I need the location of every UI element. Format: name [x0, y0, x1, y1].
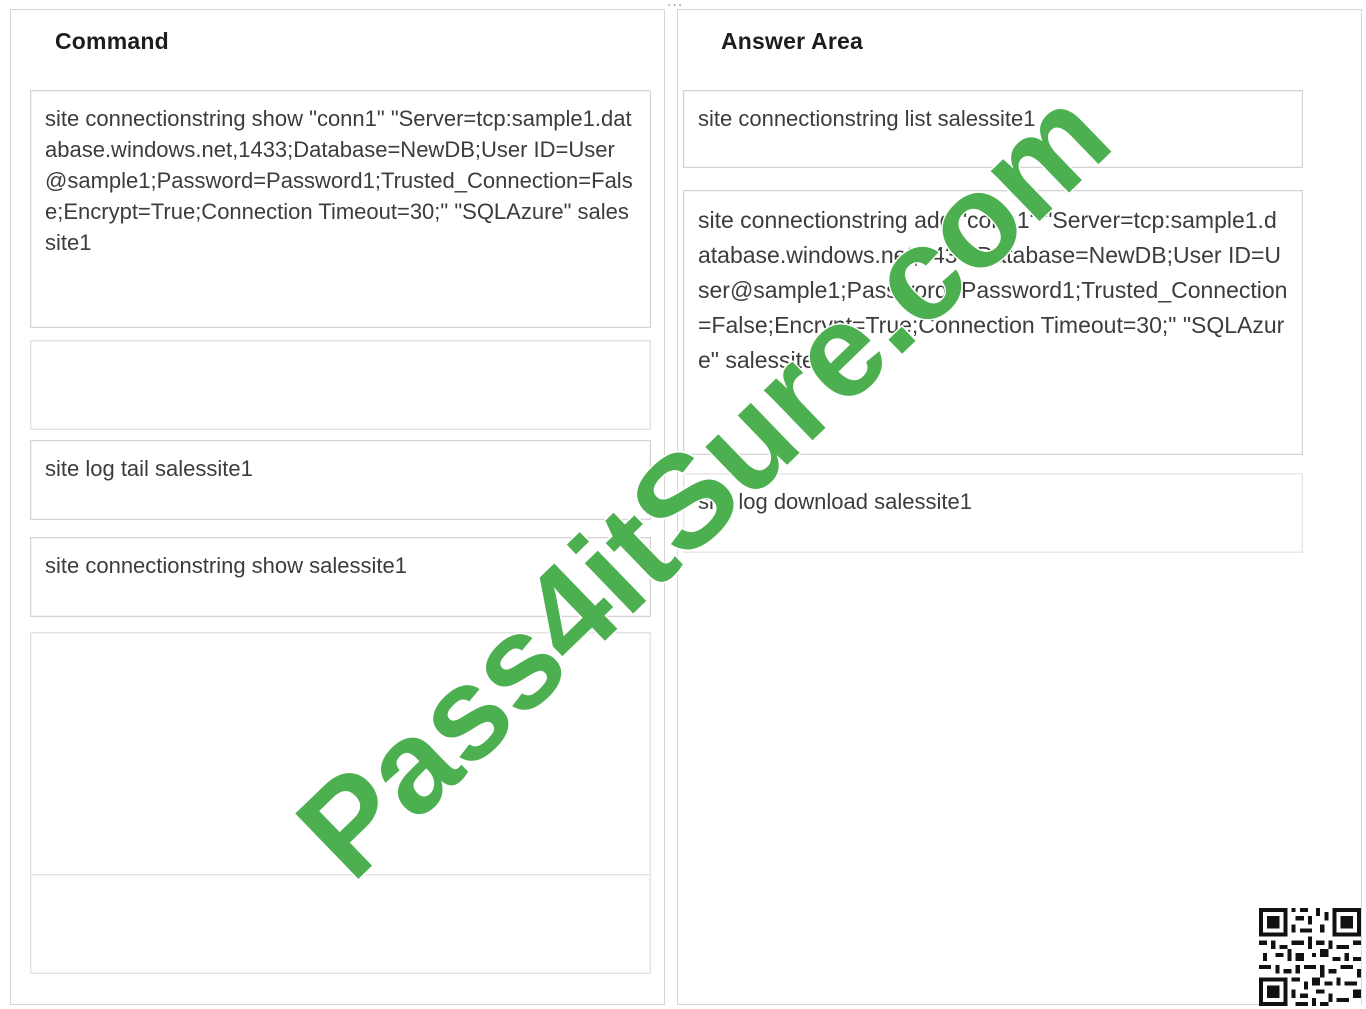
answer-item-1[interactable]: site connectionstring list salessite1	[683, 90, 1303, 168]
answer-item-2[interactable]: site connectionstring add "conn1" "Serve…	[683, 190, 1303, 455]
command-item-1[interactable]: site connectionstring show "conn1" "Serv…	[30, 90, 651, 328]
drag-drop-exercise: ... Command site connectionstring show "…	[0, 0, 1366, 1009]
command-item-3[interactable]: site connectionstring show salessite1	[30, 537, 651, 617]
answer-item-3[interactable]: site log download salessite1	[683, 473, 1303, 553]
command-slot-empty-3[interactable]	[30, 874, 651, 974]
qr-code-icon	[1259, 908, 1361, 1006]
answer-area-title: Answer Area	[721, 28, 863, 54]
command-slot-empty-2[interactable]	[30, 632, 651, 877]
command-panel-title: Command	[55, 28, 169, 54]
command-slot-empty-1[interactable]	[30, 340, 651, 430]
command-item-2[interactable]: site log tail salessite1	[30, 440, 651, 520]
